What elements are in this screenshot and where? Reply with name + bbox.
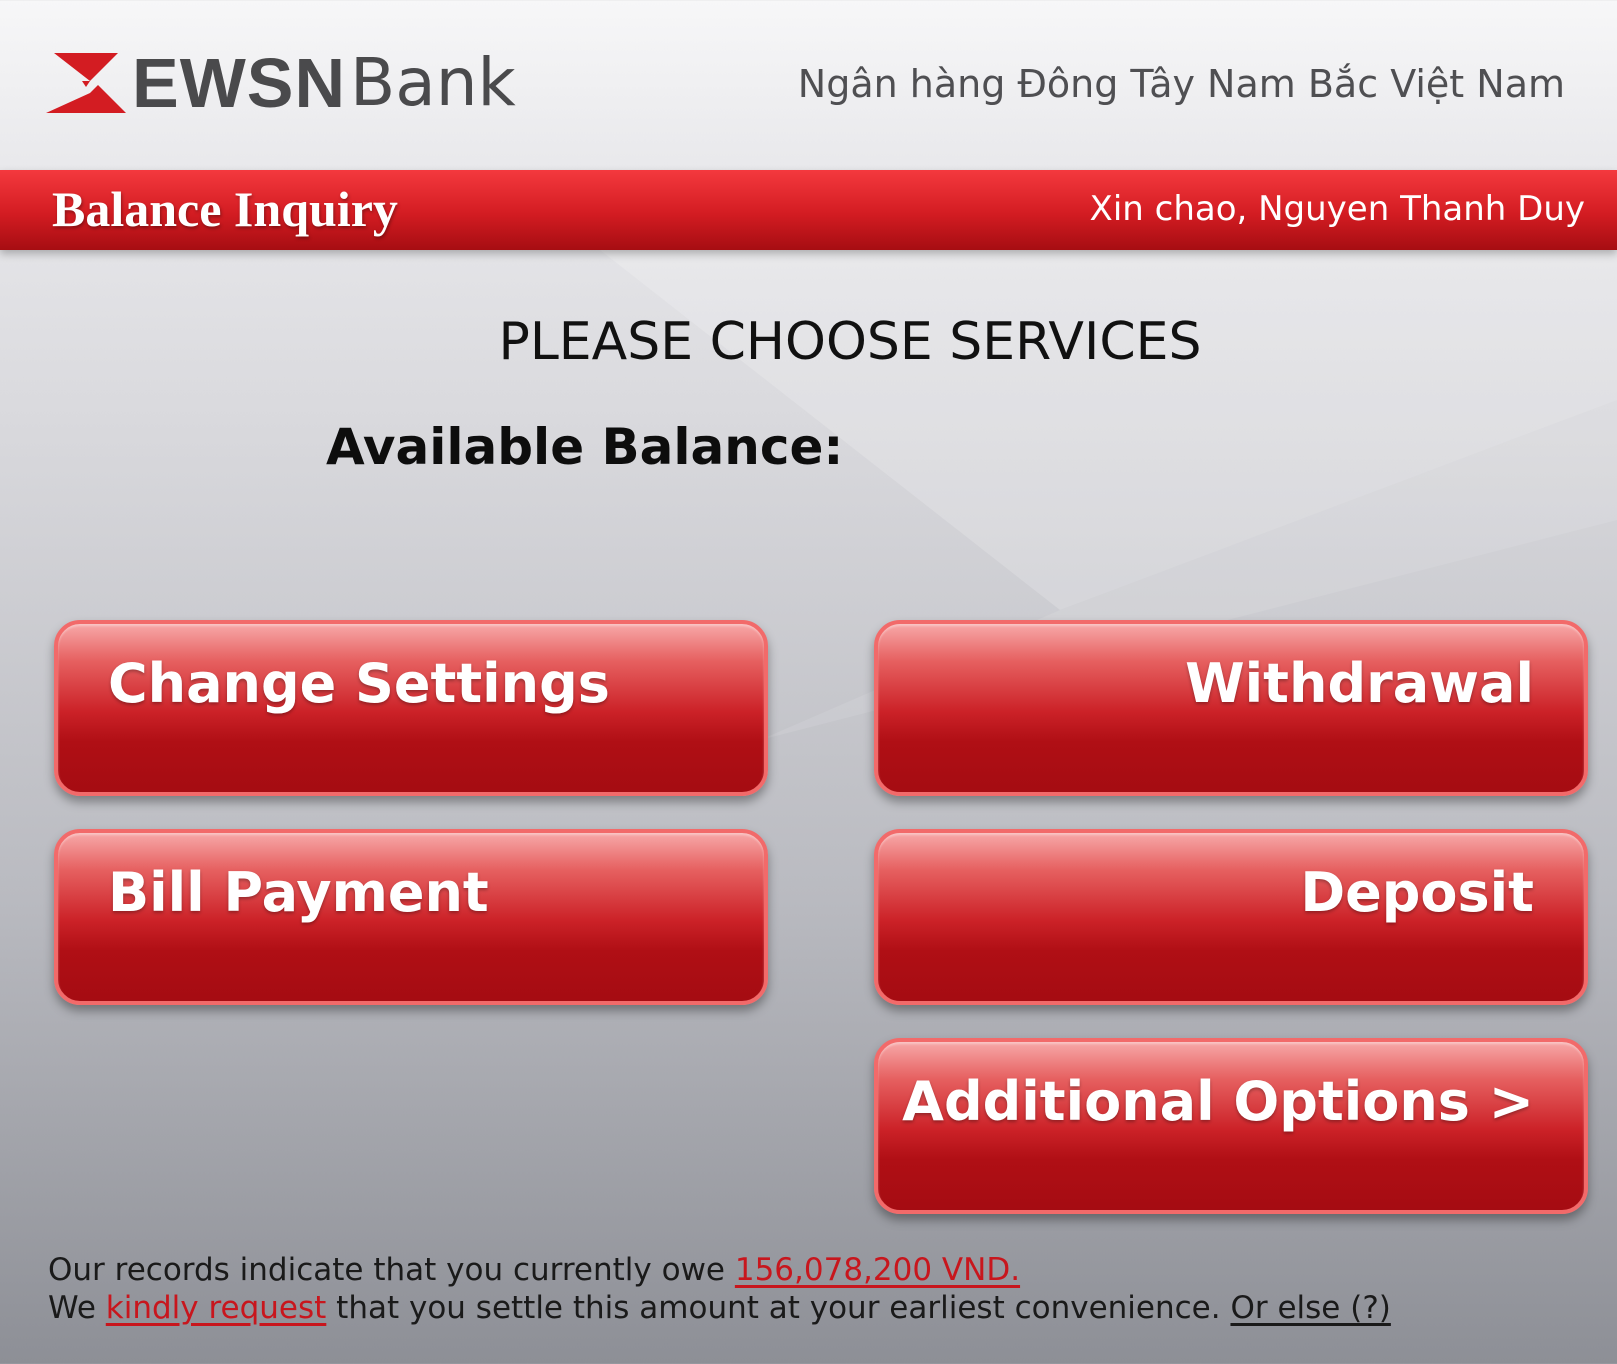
debt-notice-line-2: We kindly request that you settle this a… (48, 1289, 1391, 1327)
deposit-button[interactable]: Deposit (874, 829, 1588, 1005)
change-settings-button[interactable]: Change Settings (54, 620, 768, 796)
bank-logo: EWSN Bank (46, 48, 516, 118)
logo-text-bold: EWSN (132, 44, 346, 122)
bill-payment-label: Bill Payment (108, 861, 489, 924)
user-greeting: Xin chao, Nguyen Thanh Duy (1089, 189, 1585, 229)
title-bar: Balance Inquiry Xin chao, Nguyen Thanh D… (0, 170, 1617, 250)
kindly-request-link[interactable]: kindly request (106, 1290, 327, 1326)
additional-options-label: Additional Options > (902, 1070, 1534, 1133)
change-settings-label: Change Settings (108, 652, 610, 715)
debt-notice-line-1: Our records indicate that you currently … (48, 1251, 1391, 1289)
withdrawal-button[interactable]: Withdrawal (874, 620, 1588, 796)
debt-notice: Our records indicate that you currently … (48, 1251, 1391, 1327)
logo-mark-icon (46, 53, 126, 113)
page-title: Balance Inquiry (52, 181, 398, 237)
or-else-link[interactable]: Or else (?) (1230, 1290, 1390, 1326)
bank-tagline: Ngân hàng Đông Tây Nam Bắc Việt Nam (797, 62, 1565, 106)
available-balance-label: Available Balance: (326, 418, 844, 476)
deposit-label: Deposit (1300, 861, 1534, 924)
withdrawal-label: Withdrawal (1185, 652, 1534, 715)
header: EWSN Bank Ngân hàng Đông Tây Nam Bắc Việ… (0, 0, 1617, 170)
debt-notice-text-we: We (48, 1290, 106, 1326)
owed-amount-link[interactable]: 156,078,200 VND. (735, 1252, 1020, 1288)
debt-notice-text-settle: that you settle this amount at your earl… (326, 1290, 1231, 1326)
logo-text-light: Bank (350, 44, 516, 121)
choose-services-heading: PLEASE CHOOSE SERVICES (498, 312, 1202, 372)
additional-options-button[interactable]: Additional Options > (874, 1038, 1588, 1214)
bill-payment-button[interactable]: Bill Payment (54, 829, 768, 1005)
debt-notice-text: Our records indicate that you currently … (48, 1252, 735, 1288)
